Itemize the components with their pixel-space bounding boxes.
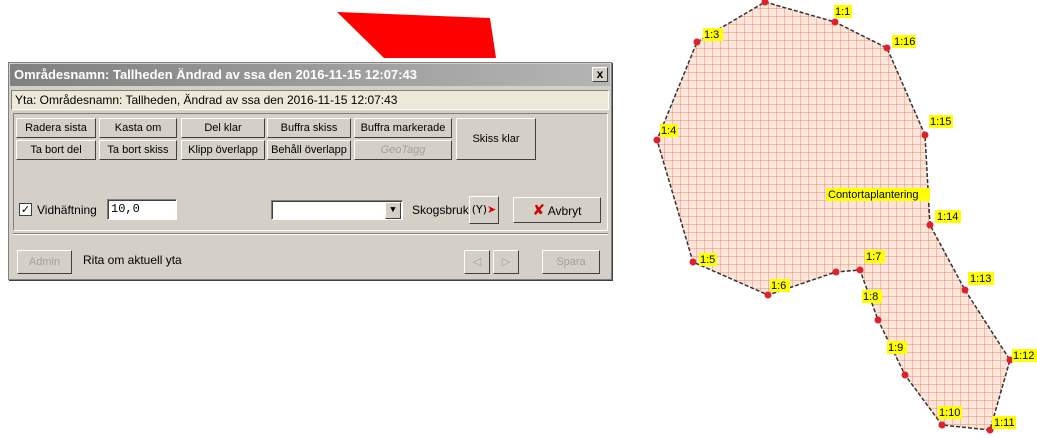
next-button[interactable]: ▷ — [493, 250, 519, 274]
vertex-label: 1:14 — [937, 211, 958, 223]
vertex-label: 1:11 — [994, 417, 1015, 429]
close-button[interactable]: x — [592, 67, 608, 82]
vertex-label: 1:1 — [835, 6, 850, 18]
ta-bort-del-button[interactable]: Ta bort del — [16, 140, 96, 160]
buffra-markerade-button[interactable]: Buffra markerade — [354, 118, 452, 138]
layer-dropdown[interactable]: ▼ — [271, 200, 403, 220]
del-klar-button[interactable]: Del klar — [181, 118, 265, 138]
vidhaftning-checkbox[interactable]: ✓ — [19, 203, 32, 216]
vertex-label: 1:9 — [888, 342, 903, 354]
vertex-label: 1:15 — [930, 116, 951, 128]
polygon-name-label: Contortaplantering — [828, 189, 919, 201]
radera-sista-button[interactable]: Radera sista — [16, 118, 96, 138]
sketch-dialog: Områdesnamn: Tallheden Ändrad av ssa den… — [8, 62, 612, 280]
cursor-pick-icon: (Y)➤ — [471, 203, 497, 216]
spara-button[interactable]: Spara — [542, 250, 600, 274]
close-icon: x — [596, 67, 604, 81]
avbryt-label: Avbryt — [547, 204, 582, 218]
vertex-label: 1:4 — [661, 125, 676, 137]
title-bar[interactable]: Områdesnamn: Tallheden Ändrad av ssa den… — [10, 64, 610, 86]
vertex-label: 1:6 — [771, 280, 786, 292]
arrow-right-icon: ▷ — [501, 255, 511, 268]
vertex-label: 1:7 — [866, 251, 881, 263]
close-icon: ✘ — [532, 201, 546, 219]
buffra-skiss-button[interactable]: Buffra skiss — [267, 118, 351, 138]
red-selection-shape — [337, 12, 496, 58]
arrow-left-icon: ◁ — [472, 255, 482, 268]
checkmark-icon: ✓ — [20, 203, 31, 216]
status-text: Rita om aktuell yta — [83, 253, 182, 267]
avbryt-button[interactable]: ✘ Avbryt — [513, 197, 601, 223]
vertex-label: 1:3 — [704, 29, 719, 41]
vidhaftning-label: Vidhäftning — [37, 203, 97, 217]
geotagg-button[interactable]: GeoTagg — [354, 140, 452, 160]
vertex-label: 1:5 — [700, 254, 715, 266]
kasta-om-button[interactable]: Kasta om — [99, 118, 177, 138]
vertex-label: 1:12 — [1013, 350, 1034, 362]
klipp-overlapp-button[interactable]: Klipp överlapp — [181, 140, 265, 160]
map-canvas[interactable]: 1:1 1:3 1:16 1:4 1:15 1:14 1:5 1:7 1:6 1… — [640, 0, 1037, 438]
skogsbruk-label: Skogsbruk — [412, 203, 469, 217]
skogsbruk-button[interactable]: (Y)➤ — [469, 196, 499, 224]
previous-button[interactable]: ◁ — [464, 250, 490, 274]
admin-button[interactable]: Admin — [17, 250, 72, 274]
behall-overlapp-button[interactable]: Behåll överlapp — [267, 140, 351, 160]
skiss-klar-button[interactable]: Skiss klar — [456, 118, 536, 160]
vertex-label: 1:13 — [970, 273, 991, 285]
vidhaftning-input[interactable]: 10,0 — [107, 199, 177, 220]
chevron-down-icon[interactable]: ▼ — [385, 202, 401, 219]
vertex-label: 1:8 — [863, 291, 878, 303]
area-info-bar: Yta: Områdesnamn: Tallheden, Ändrad av s… — [11, 90, 609, 110]
divider — [13, 233, 608, 235]
dialog-title: Områdesnamn: Tallheden Ändrad av ssa den… — [14, 67, 417, 82]
ta-bort-skiss-button[interactable]: Ta bort skiss — [99, 140, 177, 160]
vertex-label: 1:10 — [939, 407, 960, 419]
vertex-label: 1:16 — [894, 36, 915, 48]
